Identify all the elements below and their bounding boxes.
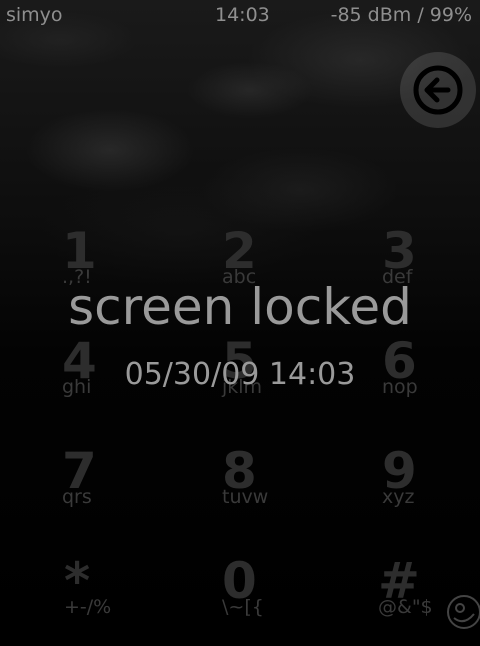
signal-battery-status: -85 dBm / 99%: [330, 4, 472, 26]
key-letters: qrs: [62, 486, 92, 508]
carrier-name: simyo: [6, 4, 63, 26]
keypad-key-7[interactable]: 7 qrs: [62, 446, 182, 536]
key-letters: tuvw: [222, 486, 269, 508]
keypad-key-star[interactable]: * +-/%: [64, 556, 184, 646]
key-letters: \~[{: [222, 596, 264, 618]
keypad-key-9[interactable]: 9 xyz: [382, 446, 480, 536]
key-letters: @&"$: [378, 596, 433, 618]
keypad-key-8[interactable]: 8 tuvw: [222, 446, 342, 536]
key-letters: +-/%: [64, 596, 112, 618]
key-letters: xyz: [382, 486, 415, 508]
openmoko-logo-icon: [447, 595, 480, 629]
back-button[interactable]: [400, 52, 476, 128]
status-clock: 14:03: [215, 4, 270, 26]
lock-title: screen locked: [68, 278, 412, 336]
keypad-key-0[interactable]: 0 \~[{: [222, 556, 342, 646]
lock-datetime: 05/30/09 14:03: [124, 357, 356, 392]
back-arrow-icon: [413, 65, 463, 115]
